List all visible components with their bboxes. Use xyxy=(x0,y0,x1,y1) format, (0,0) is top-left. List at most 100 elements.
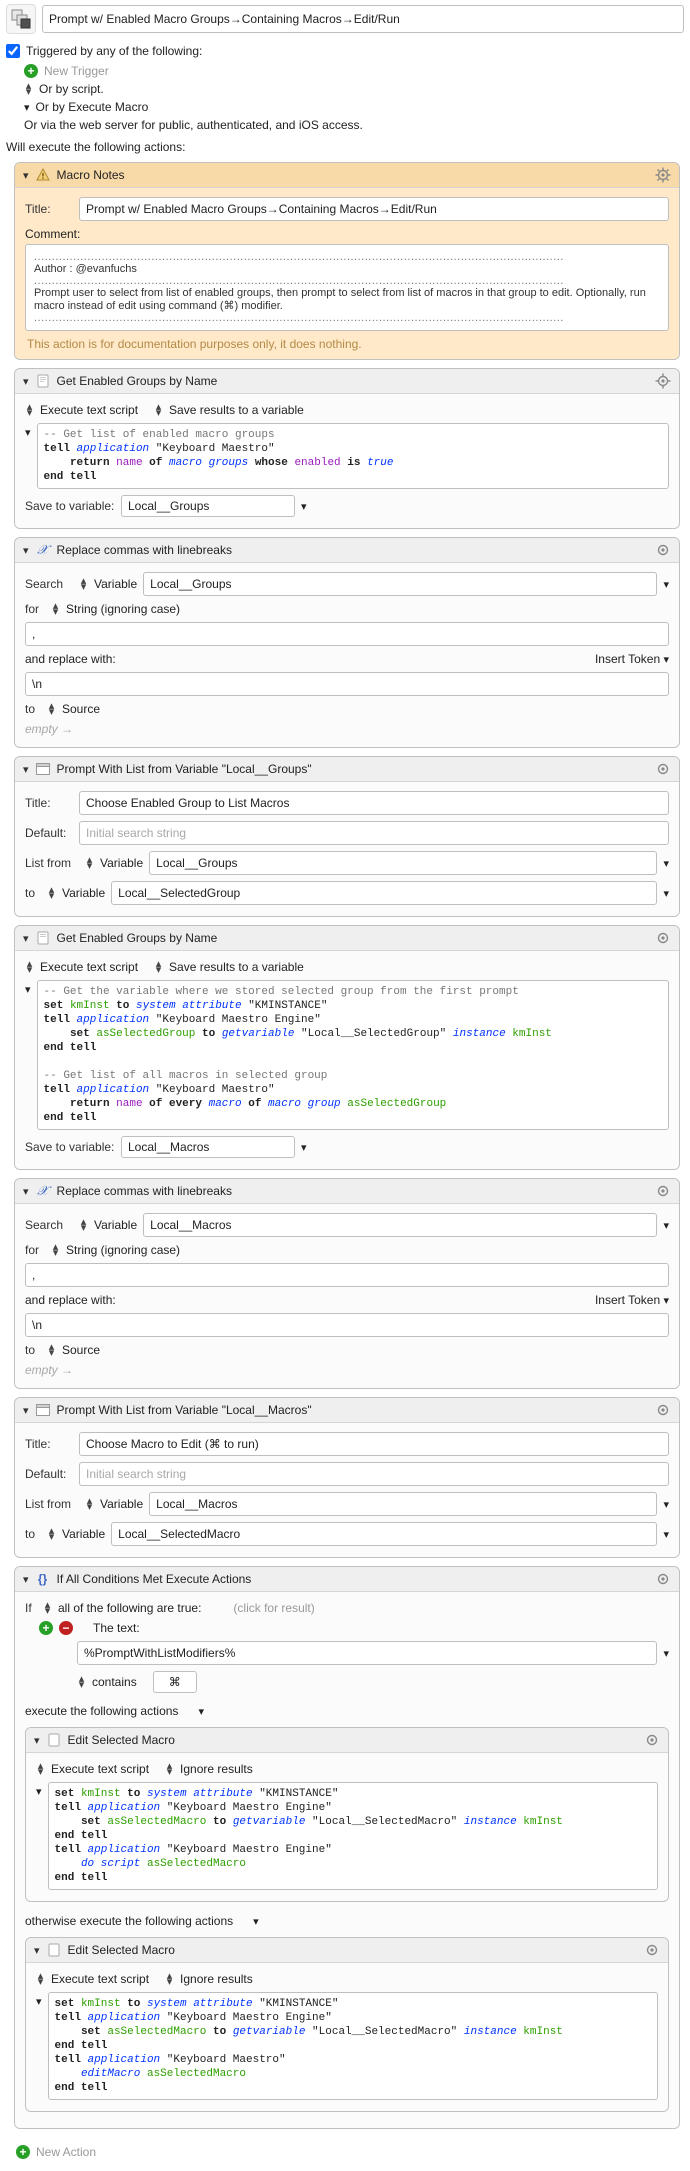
sort-icon[interactable] xyxy=(47,703,56,716)
notes-title-field[interactable]: Prompt w/ Enabled Macro Groups→Containin… xyxy=(79,197,669,221)
enabled-checkbox[interactable] xyxy=(6,44,20,58)
gear-icon[interactable] xyxy=(655,1402,671,1418)
gear-icon[interactable] xyxy=(655,373,671,389)
disclosure-icon[interactable] xyxy=(23,1185,29,1198)
to-mode-select[interactable]: Source xyxy=(62,1343,100,1357)
chevron-down-icon[interactable] xyxy=(25,983,31,996)
cond-value-field[interactable]: ⌘ xyxy=(153,1671,197,1693)
gear-icon[interactable] xyxy=(655,930,671,946)
disclosure-icon[interactable] xyxy=(34,1944,40,1957)
sort-icon[interactable] xyxy=(79,1219,88,1232)
to-mode-select[interactable]: Variable xyxy=(62,1527,105,1541)
sort-icon[interactable] xyxy=(36,1973,45,1986)
listfrom-var-field[interactable]: Local__Macros xyxy=(149,1492,657,1516)
chevron-down-icon[interactable] xyxy=(253,1915,259,1928)
exec-type-select[interactable]: Execute text script xyxy=(51,1972,149,1986)
chevron-down-icon[interactable] xyxy=(663,1219,669,1232)
chevron-down-icon[interactable] xyxy=(198,1705,204,1718)
sort-icon[interactable] xyxy=(165,1973,174,1986)
listfrom-mode-select[interactable]: Variable xyxy=(100,1497,143,1511)
gear-icon[interactable] xyxy=(655,542,671,558)
to-var-field[interactable]: Local__SelectedMacro xyxy=(111,1522,657,1546)
prompt-default-field[interactable]: Initial search string xyxy=(79,1462,669,1486)
chevron-down-icon[interactable] xyxy=(36,1995,42,2008)
remove-condition-icon[interactable]: − xyxy=(59,1621,73,1635)
disclosure-icon[interactable] xyxy=(34,1734,40,1747)
sort-icon[interactable] xyxy=(154,404,163,417)
insert-token-button[interactable]: Insert Token xyxy=(595,652,669,666)
disclosure-icon[interactable] xyxy=(23,544,29,557)
sort-icon[interactable] xyxy=(47,887,56,900)
gear-icon[interactable] xyxy=(655,761,671,777)
disclosure-icon[interactable] xyxy=(23,375,29,388)
script-editor[interactable]: -- Get list of enabled macro groups tell… xyxy=(37,423,669,489)
for-value-field[interactable]: , xyxy=(25,622,669,646)
sort-icon[interactable] xyxy=(77,1676,86,1689)
chevron-down-icon[interactable] xyxy=(24,101,30,114)
exec-type-select[interactable]: Execute text script xyxy=(51,1762,149,1776)
script-editor[interactable]: set kmInst to system attribute "KMINSTAN… xyxy=(48,1992,658,2100)
var-mode-select[interactable]: Variable xyxy=(94,1218,137,1232)
gear-icon[interactable] xyxy=(644,1942,660,1958)
to-var-field[interactable]: Local__SelectedGroup xyxy=(111,881,657,905)
disclosure-icon[interactable] xyxy=(23,932,29,945)
listfrom-mode-select[interactable]: Variable xyxy=(100,856,143,870)
disclosure-icon[interactable] xyxy=(23,1573,29,1586)
add-condition-icon[interactable]: + xyxy=(39,1621,53,1635)
cond-op-select[interactable]: contains xyxy=(92,1675,137,1689)
if-mode-select[interactable]: all of the following are true: xyxy=(58,1601,201,1615)
gear-icon[interactable] xyxy=(655,1183,671,1199)
script-editor[interactable]: set kmInst to system attribute "KMINSTAN… xyxy=(48,1782,658,1890)
to-mode-select[interactable]: Variable xyxy=(62,886,105,900)
chevron-down-icon[interactable] xyxy=(301,1141,307,1154)
sort-icon[interactable] xyxy=(36,1763,45,1776)
save-mode-select[interactable]: Ignore results xyxy=(180,1762,253,1776)
to-mode-select[interactable]: Source xyxy=(62,702,100,716)
gear-icon[interactable] xyxy=(655,167,671,183)
sort-icon[interactable] xyxy=(85,857,94,870)
sort-icon[interactable] xyxy=(165,1763,174,1776)
save-mode-select[interactable]: Save results to a variable xyxy=(169,960,304,974)
sort-icon[interactable] xyxy=(47,1344,56,1357)
for-mode-select[interactable]: String (ignoring case) xyxy=(66,1243,180,1257)
for-value-field[interactable]: , xyxy=(25,1263,669,1287)
sort-icon[interactable] xyxy=(51,603,60,616)
search-var-field[interactable]: Local__Macros xyxy=(143,1213,657,1237)
save-variable-select[interactable]: Local__Groups xyxy=(121,495,295,517)
chevron-down-icon[interactable] xyxy=(663,578,669,591)
add-trigger-icon[interactable]: + xyxy=(24,64,38,78)
prompt-default-field[interactable]: Initial search string xyxy=(79,821,669,845)
replace-value-field[interactable]: \n xyxy=(25,672,669,696)
new-trigger-link[interactable]: New Trigger xyxy=(44,64,109,78)
chevron-down-icon[interactable] xyxy=(36,1785,42,1798)
disclosure-icon[interactable] xyxy=(23,1404,29,1417)
save-mode-select[interactable]: Ignore results xyxy=(180,1972,253,1986)
chevron-down-icon[interactable] xyxy=(663,1647,669,1660)
listfrom-var-field[interactable]: Local__Groups xyxy=(149,851,657,875)
chevron-down-icon[interactable] xyxy=(25,426,31,439)
var-mode-select[interactable]: Variable xyxy=(94,577,137,591)
replace-value-field[interactable]: \n xyxy=(25,1313,669,1337)
gear-icon[interactable] xyxy=(644,1732,660,1748)
sort-icon[interactable] xyxy=(47,1528,56,1541)
macro-title-field[interactable]: Prompt w/ Enabled Macro Groups→Containin… xyxy=(42,5,684,33)
gear-icon[interactable] xyxy=(655,1571,671,1587)
new-action-link[interactable]: New Action xyxy=(36,2145,96,2159)
add-action-icon[interactable]: + xyxy=(16,2145,30,2159)
chevron-down-icon[interactable] xyxy=(663,857,669,870)
prompt-title-field[interactable]: Choose Macro to Edit (⌘ to run) xyxy=(79,1432,669,1456)
chevron-down-icon[interactable] xyxy=(663,1528,669,1541)
prompt-title-field[interactable]: Choose Enabled Group to List Macros xyxy=(79,791,669,815)
search-var-field[interactable]: Local__Groups xyxy=(143,572,657,596)
insert-token-button[interactable]: Insert Token xyxy=(595,1293,669,1307)
sort-icon[interactable] xyxy=(25,404,34,417)
comment-box[interactable]: ........................................… xyxy=(25,244,669,331)
cond-text-field[interactable]: %PromptWithListModifiers% xyxy=(77,1641,657,1665)
exec-type-select[interactable]: Execute text script xyxy=(40,403,138,417)
disclosure-icon[interactable] xyxy=(23,763,29,776)
click-for-result[interactable]: (click for result) xyxy=(233,1601,314,1615)
chevron-down-icon[interactable] xyxy=(663,887,669,900)
sort-icon[interactable] xyxy=(79,578,88,591)
for-mode-select[interactable]: String (ignoring case) xyxy=(66,602,180,616)
sort-icon[interactable] xyxy=(154,961,163,974)
